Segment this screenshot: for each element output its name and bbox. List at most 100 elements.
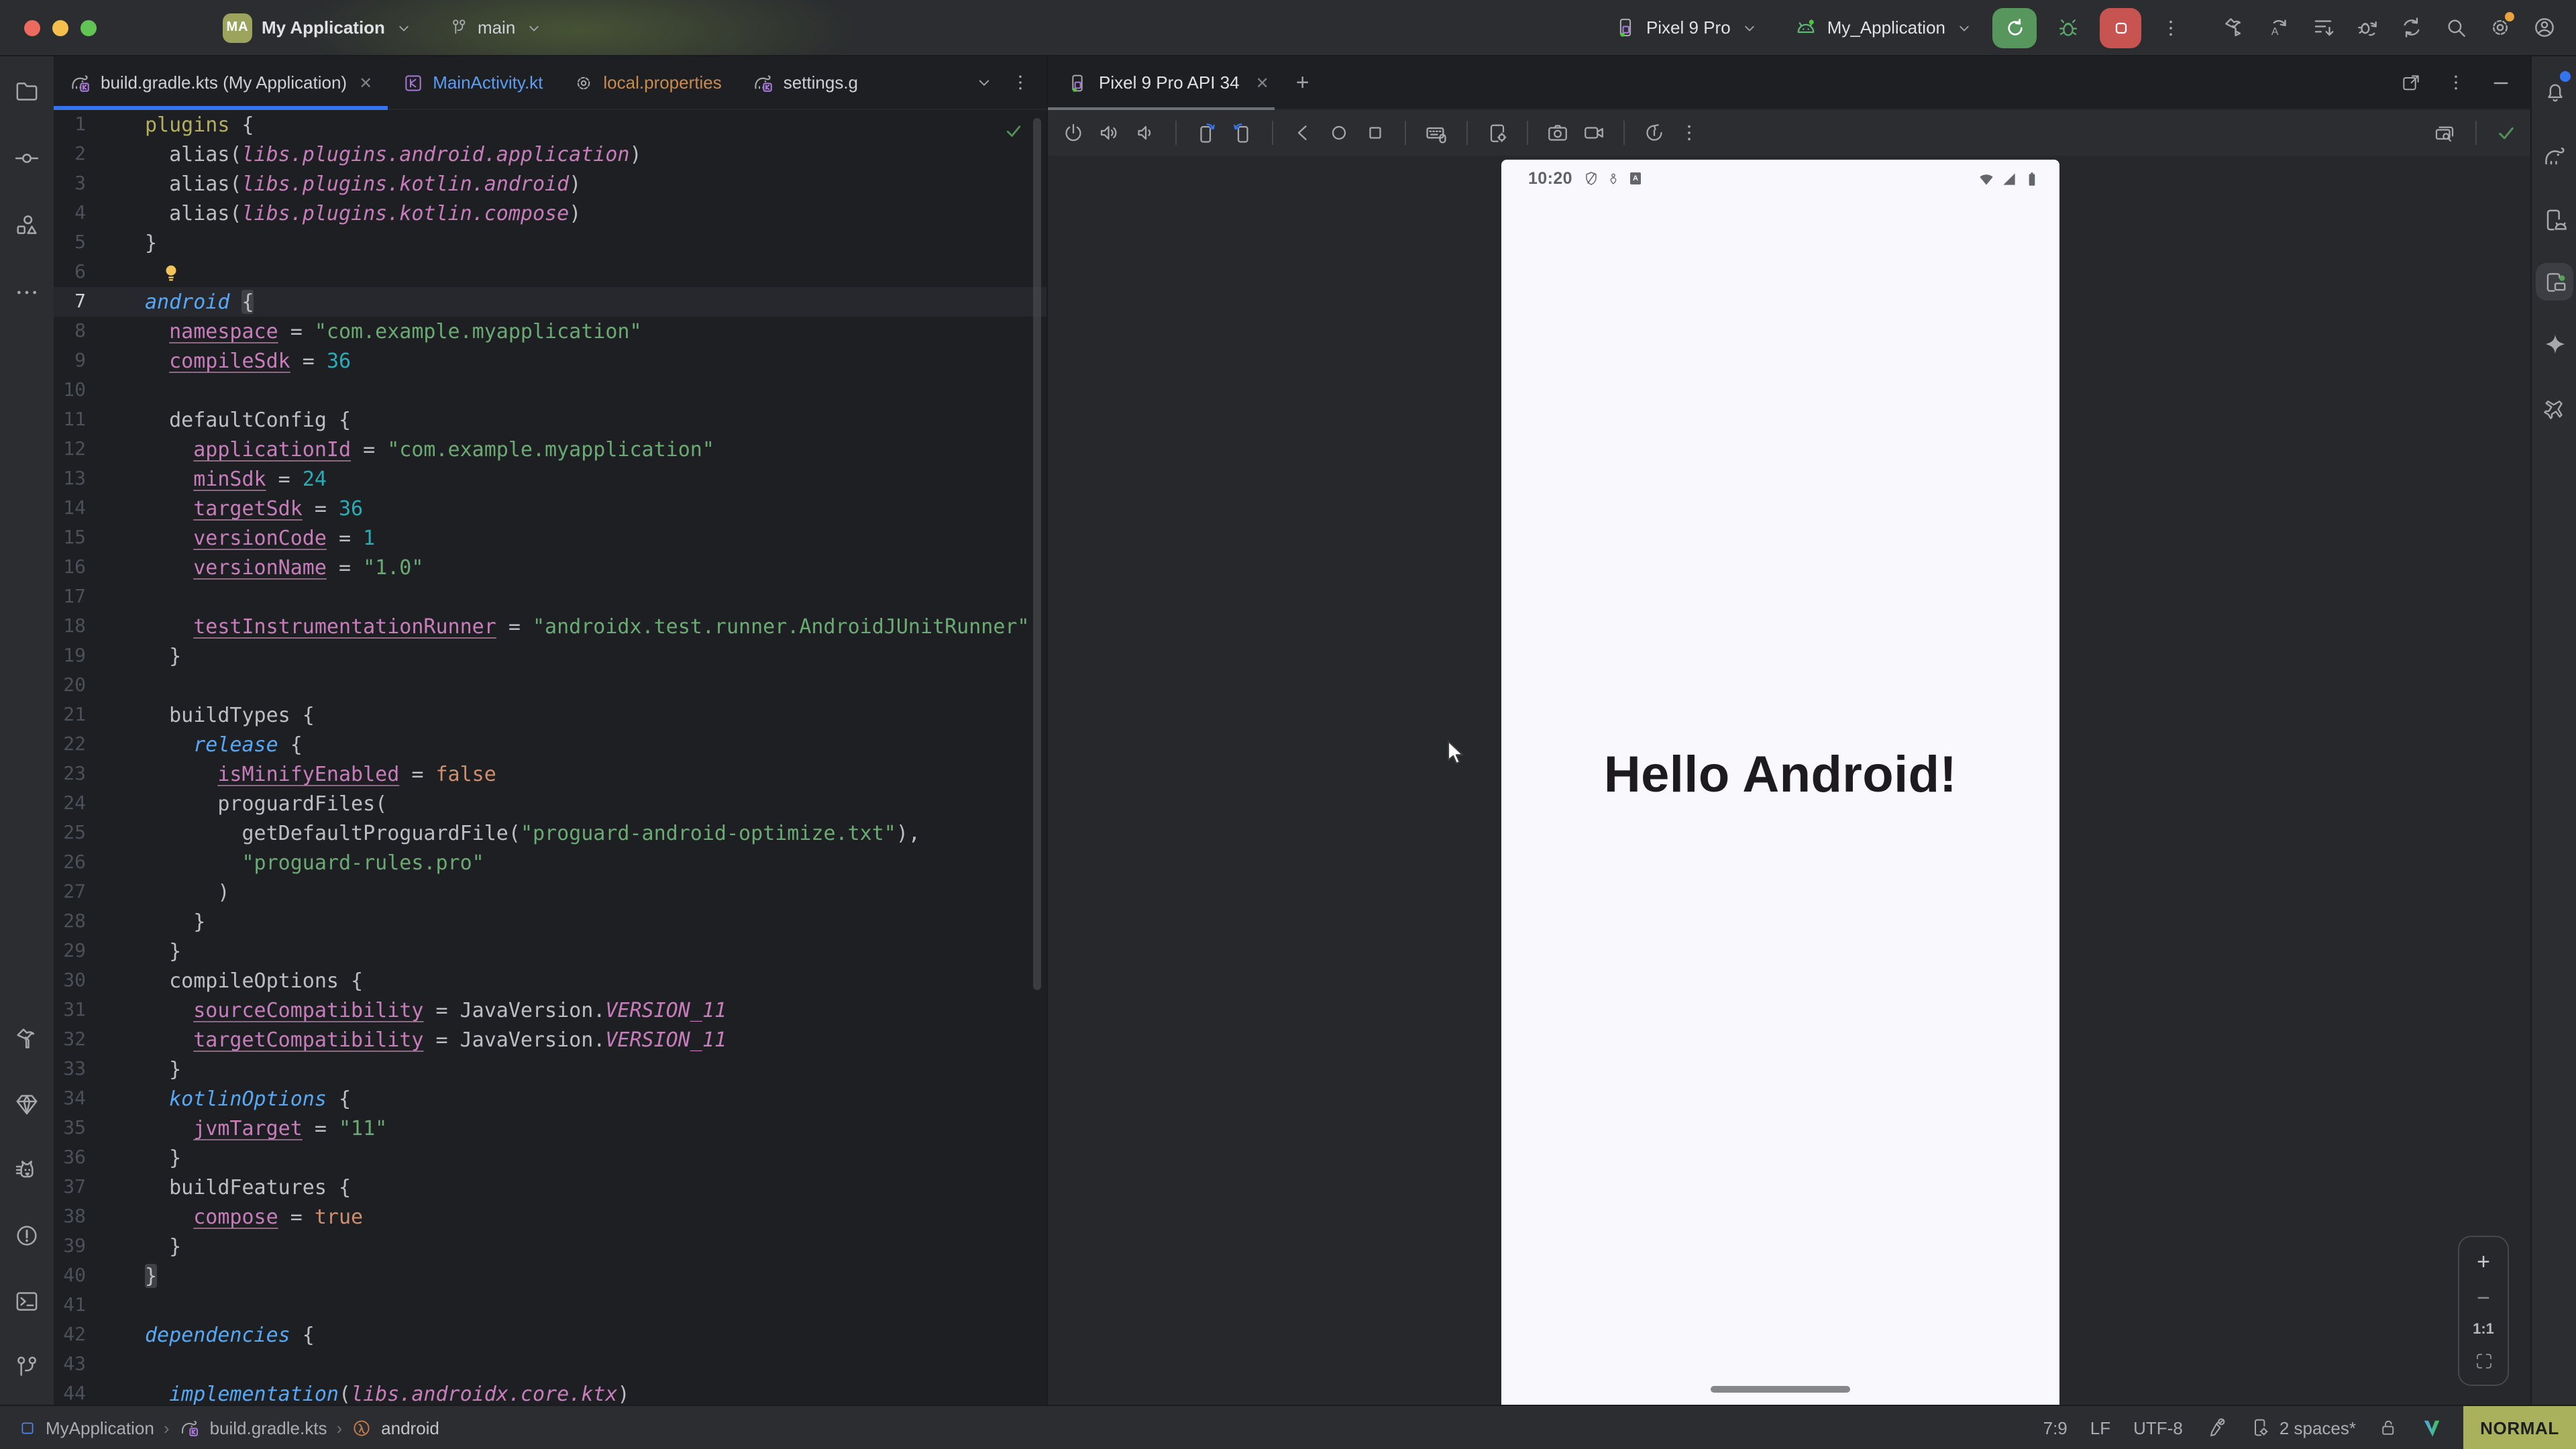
code-line[interactable]: 27 ) xyxy=(54,877,1046,907)
close-device-tab-icon[interactable]: ✕ xyxy=(1256,73,1269,92)
reset-device-icon[interactable] xyxy=(1642,121,1666,145)
project-widget[interactable]: MA My Application xyxy=(223,13,413,42)
code-line[interactable]: 26 "proguard-rules.pro" xyxy=(54,848,1046,877)
logcat-tool-button[interactable] xyxy=(0,1146,54,1194)
inspections-ok-icon[interactable] xyxy=(1004,121,1024,141)
debug-button[interactable] xyxy=(2055,15,2081,40)
volume-up-icon[interactable] xyxy=(1097,121,1122,145)
recents-button-icon[interactable] xyxy=(1363,121,1387,145)
airplane-tool-button[interactable] xyxy=(2532,384,2576,432)
volume-down-icon[interactable] xyxy=(1134,121,1158,145)
open-in-new-window-icon[interactable] xyxy=(2400,72,2422,93)
tab-mainactivity[interactable]: MainActivity.kt xyxy=(387,56,557,109)
gradle-tool-button[interactable] xyxy=(2532,131,2576,180)
hardware-input-icon[interactable] xyxy=(1424,120,1449,146)
ideavim-icon[interactable] xyxy=(2422,1417,2442,1438)
caret-position[interactable]: 7:9 xyxy=(2043,1417,2068,1438)
code-line[interactable]: 4 alias(libs.plugins.kotlin.compose) xyxy=(54,199,1046,228)
back-button-icon[interactable] xyxy=(1291,121,1315,145)
stop-button[interactable] xyxy=(2100,7,2141,48)
close-window-button[interactable] xyxy=(24,19,40,36)
code-line[interactable]: 39 } xyxy=(54,1232,1046,1261)
code-line[interactable]: 1plugins { xyxy=(54,110,1046,140)
device-selector[interactable]: Pixel 9 Pro xyxy=(1614,16,1759,39)
code-line[interactable]: 42dependencies { xyxy=(54,1320,1046,1350)
tab-settings-gradle[interactable]: settings.g xyxy=(737,56,873,109)
settings-gear-icon[interactable] xyxy=(2487,15,2513,40)
project-tool-button[interactable] xyxy=(0,67,54,115)
code-line[interactable]: 9 compileSdk = 36 xyxy=(54,346,1046,376)
code-line[interactable]: 18 testInstrumentationRunner = "androidx… xyxy=(54,612,1046,641)
ui-check-layered-search-icon[interactable] xyxy=(2432,121,2457,145)
breadcrumb-module[interactable]: MyApplication xyxy=(46,1417,154,1438)
code-line[interactable]: 13 minSdk = 24 xyxy=(54,464,1046,494)
code-line[interactable]: 44 implementation(libs.androidx.core.ktx… xyxy=(54,1379,1046,1405)
code-line[interactable]: 14 targetSdk = 36 xyxy=(54,494,1046,523)
rotate-left-icon[interactable] xyxy=(1194,121,1218,145)
code-line[interactable]: 40} xyxy=(54,1261,1046,1291)
profile-icon[interactable] xyxy=(2532,15,2557,40)
code-line[interactable]: 32 targetCompatibility = JavaVersion.VER… xyxy=(54,1025,1046,1055)
code-line[interactable]: 33 } xyxy=(54,1055,1046,1084)
code-line[interactable]: 5} xyxy=(54,228,1046,258)
code-editor[interactable]: 1plugins {2 alias(libs.plugins.android.a… xyxy=(54,110,1046,1405)
rerun-button[interactable] xyxy=(1992,7,2037,48)
indent-widget[interactable]: 2 spaces* xyxy=(2250,1417,2356,1438)
file-encoding[interactable]: UTF-8 xyxy=(2133,1417,2183,1438)
terminal-tool-button[interactable] xyxy=(0,1277,54,1326)
code-line[interactable]: 3 alias(libs.plugins.kotlin.android) xyxy=(54,169,1046,199)
device-check-icon[interactable] xyxy=(2496,122,2517,144)
zoom-in-button[interactable]: + xyxy=(2477,1250,2490,1273)
code-line[interactable]: 11 defaultConfig { xyxy=(54,405,1046,435)
code-line[interactable]: 43 xyxy=(54,1350,1046,1379)
intention-bulb-icon[interactable] xyxy=(161,263,181,283)
code-line[interactable]: 24 proguardFiles( xyxy=(54,789,1046,818)
editor-scrollbar[interactable] xyxy=(1033,118,1041,990)
code-line[interactable]: 20 xyxy=(54,671,1046,700)
panel-options-kebab-icon[interactable] xyxy=(2446,72,2466,93)
attach-debugger-icon[interactable] xyxy=(2355,15,2380,40)
screenshot-camera-icon[interactable] xyxy=(1546,121,1570,145)
code-line[interactable]: 23 isMinifyEnabled = false xyxy=(54,759,1046,789)
code-line[interactable]: 28 } xyxy=(54,907,1046,936)
breadcrumb-file[interactable]: build.gradle.kts xyxy=(210,1417,327,1438)
profiler-gem-tool-button[interactable] xyxy=(0,1080,54,1128)
gemini-tool-button[interactable] xyxy=(2532,319,2576,368)
tab-build-gradle[interactable]: build.gradle.kts (My Application) ✕ xyxy=(54,56,387,109)
notifications-tool-button[interactable] xyxy=(2532,67,2576,115)
close-tab-icon[interactable]: ✕ xyxy=(359,73,372,92)
power-button-icon[interactable] xyxy=(1061,121,1085,145)
zoom-to-fit-icon[interactable] xyxy=(2473,1351,2493,1371)
toolbar-kebab-icon[interactable] xyxy=(1678,122,1700,144)
code-line[interactable]: 2 alias(libs.plugins.android.application… xyxy=(54,140,1046,169)
running-devices-tool-button[interactable] xyxy=(2532,258,2576,306)
code-line[interactable]: 30 compileOptions { xyxy=(54,966,1046,996)
search-everywhere-icon[interactable] xyxy=(2443,15,2469,40)
zoom-window-button[interactable] xyxy=(80,19,97,36)
device-settings-icon[interactable] xyxy=(1485,121,1509,145)
code-line[interactable]: 7android { xyxy=(54,287,1046,317)
more-actions-kebab-icon[interactable] xyxy=(2160,17,2182,38)
rotate-right-icon[interactable] xyxy=(1230,121,1254,145)
screen-record-icon[interactable] xyxy=(1582,121,1606,145)
sync-gradle-icon[interactable] xyxy=(2399,15,2424,40)
code-line[interactable]: 29 } xyxy=(54,936,1046,966)
more-tool-windows-button[interactable] xyxy=(0,268,54,317)
problems-tool-button[interactable] xyxy=(0,1212,54,1260)
code-line[interactable]: 35 jvmTarget = "11" xyxy=(54,1114,1046,1143)
code-line[interactable]: 21 buildTypes { xyxy=(54,700,1046,730)
resource-manager-tool-button[interactable] xyxy=(0,201,54,250)
code-line[interactable]: 6 xyxy=(54,258,1046,287)
emulator-screen[interactable]: 10:20 A Hello Android! xyxy=(1501,160,2059,1405)
hide-panel-icon[interactable] xyxy=(2490,72,2512,93)
apply-changes-icon[interactable] xyxy=(2310,15,2336,40)
apply-code-changes-icon[interactable]: A xyxy=(2266,15,2292,40)
minimize-window-button[interactable] xyxy=(52,19,68,36)
code-line[interactable]: 38 compose = true xyxy=(54,1202,1046,1232)
line-separator[interactable]: LF xyxy=(2090,1417,2110,1438)
device-manager-tool-button[interactable] xyxy=(2532,196,2576,244)
code-line[interactable]: 15 versionCode = 1 xyxy=(54,523,1046,553)
tab-options-kebab-icon[interactable] xyxy=(1010,72,1030,93)
code-line[interactable]: 12 applicationId = "com.example.myapplic… xyxy=(54,435,1046,464)
code-line[interactable]: 31 sourceCompatibility = JavaVersion.VER… xyxy=(54,996,1046,1025)
